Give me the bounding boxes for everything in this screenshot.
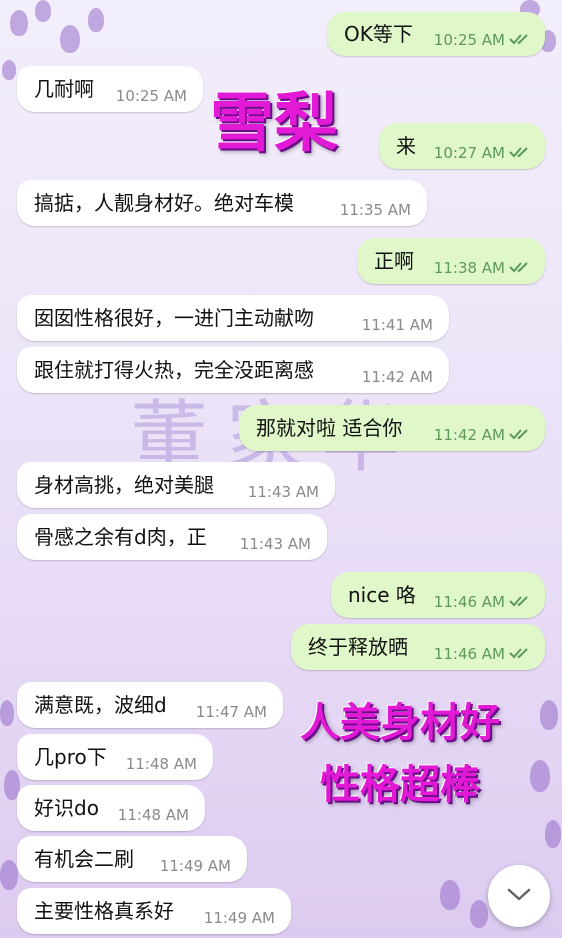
chat-message-incoming[interactable]: 跟住就打得火热，完全没距离感 11:42 AM (17, 347, 449, 393)
message-text: 跟住就打得火热，完全没距离感 (34, 358, 314, 383)
caption-line-1: 人美身材好 (300, 700, 500, 746)
message-time: 11:48 AM (125, 755, 197, 773)
message-text: 来 (396, 134, 416, 159)
chat-message-incoming[interactable]: 主要性格真系好 11:49 AM (17, 888, 291, 934)
message-text: 搞掂，人靓身材好。绝对车模 (34, 191, 294, 216)
message-time: 11:38 AM (433, 259, 505, 277)
message-text: 正啊 (374, 249, 414, 274)
chat-message-incoming[interactable]: 囡囡性格很好，一进门主动献吻 11:41 AM (17, 295, 449, 341)
message-text: 几耐啊 (34, 77, 94, 102)
message-text: 骨感之余有d肉，正 (34, 525, 207, 550)
message-text: nice 咯 (348, 583, 416, 608)
chat-message-incoming[interactable]: 满意既，波细d 11:47 AM (17, 682, 283, 728)
chat-message-incoming[interactable]: 好识do 11:48 AM (17, 785, 205, 831)
message-text: 囡囡性格很好，一进门主动献吻 (34, 306, 314, 331)
message-time: 11:35 AM (339, 201, 411, 219)
message-time: 11:43 AM (239, 535, 311, 553)
message-text: 满意既，波细d (34, 693, 167, 718)
chat-message-incoming[interactable]: 搞掂，人靓身材好。绝对车模 11:35 AM (17, 180, 427, 226)
message-text: 那就对啦 适合你 (256, 416, 403, 441)
double-check-icon (509, 262, 528, 273)
message-time: 11:48 AM (117, 806, 189, 824)
chat-message-outgoing[interactable]: 那就对啦 适合你 11:42 AM (239, 405, 545, 451)
chat-message-outgoing[interactable]: 终于释放晒 11:46 AM (291, 624, 545, 670)
message-text: 好识do (34, 796, 99, 821)
chat-message-incoming[interactable]: 几pro下 11:48 AM (17, 734, 213, 780)
chat-message-outgoing[interactable]: OK等下 10:25 AM (327, 12, 545, 56)
chat-message-incoming[interactable]: 骨感之余有d肉，正 11:43 AM (17, 514, 327, 560)
message-time: 10:25 AM (433, 31, 505, 49)
chat-message-incoming[interactable]: 身材高挑，绝对美腿 11:43 AM (17, 462, 335, 508)
message-text: OK等下 (344, 22, 413, 47)
chat-message-outgoing[interactable]: 来 10:27 AM (379, 123, 545, 169)
message-time: 11:46 AM (433, 593, 505, 611)
chat-message-outgoing[interactable]: nice 咯 11:46 AM (331, 572, 545, 618)
double-check-icon (509, 648, 528, 659)
chat-message-outgoing[interactable]: 正啊 11:38 AM (357, 238, 545, 284)
message-time: 11:47 AM (195, 703, 267, 721)
double-check-icon (509, 34, 528, 45)
name-overlay: 雪梨 (210, 87, 338, 161)
chevron-down-icon (507, 888, 531, 901)
message-text: 主要性格真系好 (34, 899, 174, 924)
message-text: 几pro下 (34, 745, 107, 770)
message-time: 11:49 AM (159, 857, 231, 875)
message-text: 身材高挑，绝对美腿 (34, 473, 214, 498)
message-time: 11:41 AM (361, 316, 433, 334)
message-text: 终于释放晒 (308, 635, 408, 660)
message-time: 11:49 AM (203, 909, 275, 927)
message-time: 10:25 AM (115, 87, 187, 105)
scroll-to-bottom-button[interactable] (488, 865, 550, 927)
double-check-icon (509, 429, 528, 440)
message-time: 11:43 AM (247, 483, 319, 501)
message-time: 11:42 AM (433, 426, 505, 444)
message-time: 11:46 AM (433, 645, 505, 663)
chat-message-incoming[interactable]: 几耐啊 10:25 AM (17, 66, 203, 112)
double-check-icon (509, 596, 528, 607)
chat-message-incoming[interactable]: 有机会二刷 11:49 AM (17, 836, 247, 882)
caption-line-2: 性格超棒 (320, 762, 480, 808)
message-time: 11:42 AM (361, 368, 433, 386)
message-time: 10:27 AM (433, 144, 505, 162)
message-text: 有机会二刷 (34, 847, 134, 872)
double-check-icon (509, 147, 528, 158)
